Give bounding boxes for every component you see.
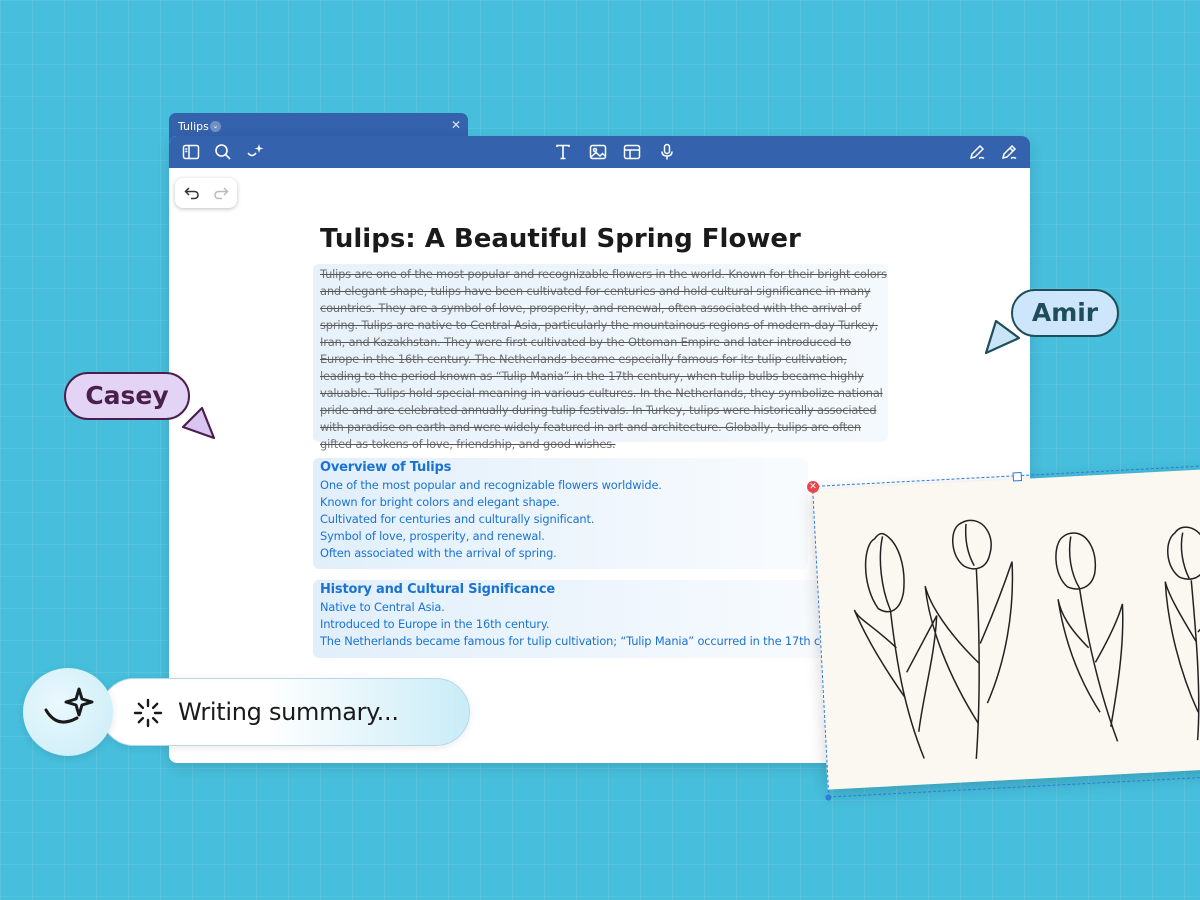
list-item: Introduced to Europe in the 16th century… [320, 617, 550, 631]
section-heading: History and Cultural Significance [320, 582, 555, 597]
bullet-list: Native to Central Asia. Introduced to Eu… [320, 599, 858, 650]
highlighter-pen-icon[interactable] [999, 142, 1019, 162]
bullet-list: One of the most popular and recognizable… [320, 477, 662, 562]
summary-section-history[interactable]: History and Cultural Significance Native… [313, 580, 858, 658]
resize-handle[interactable] [825, 794, 832, 801]
collaborator-cursor-amir-icon [984, 319, 1021, 355]
summary-section-overview[interactable]: Overview of Tulips One of the most popul… [313, 458, 808, 569]
microphone-icon[interactable] [657, 142, 677, 162]
undo-redo-group [175, 178, 237, 208]
toolbar [169, 136, 1030, 168]
list-item: The Netherlands became famous for tulip … [320, 634, 859, 648]
text-icon[interactable] [553, 142, 573, 162]
collaborator-cursor-casey-icon [181, 406, 216, 440]
list-item: Native to Central Asia. [320, 600, 445, 614]
list-item: Symbol of love, prosperity, and renewal. [320, 529, 545, 543]
document-title[interactable]: Tulips: A Beautiful Spring Flower [320, 224, 801, 254]
tab-chevron-down-icon[interactable]: ⌄ [210, 121, 221, 132]
struck-paragraph-block[interactable]: Tulips are one of the most popular and r… [313, 264, 888, 451]
ai-smile-sparkle-icon [44, 687, 94, 724]
assistant-status-text: Writing summary... [178, 698, 399, 726]
redo-icon[interactable] [211, 183, 231, 203]
list-item: Often associated with the arrival of spr… [320, 546, 557, 560]
image-icon[interactable] [588, 142, 608, 162]
section-heading: Overview of Tulips [320, 460, 452, 475]
pen-icon[interactable] [967, 142, 987, 162]
tab-title: Tulips [178, 120, 209, 133]
loading-spinner-icon [133, 698, 163, 728]
collaborator-label-casey: Casey [64, 372, 190, 420]
list-item: One of the most popular and recognizable… [320, 478, 662, 492]
list-item: Known for bright colors and elegant shap… [320, 495, 560, 509]
ai-sparkle-icon[interactable] [245, 142, 265, 162]
table-icon[interactable] [622, 142, 642, 162]
struck-paragraph: Tulips are one of the most popular and r… [320, 267, 887, 451]
assistant-button[interactable] [23, 668, 113, 756]
list-item: Cultivated for centuries and culturally … [320, 512, 595, 526]
search-icon[interactable] [213, 142, 233, 162]
sidebar-icon[interactable] [181, 142, 201, 162]
tulip-sketch-image[interactable] [812, 468, 1200, 790]
tab-close-icon[interactable]: ✕ [451, 118, 461, 132]
undo-icon[interactable] [182, 183, 202, 203]
assistant-status-pill: Writing summary... [100, 678, 470, 746]
collaborator-label-amir: Amir [1011, 289, 1119, 337]
